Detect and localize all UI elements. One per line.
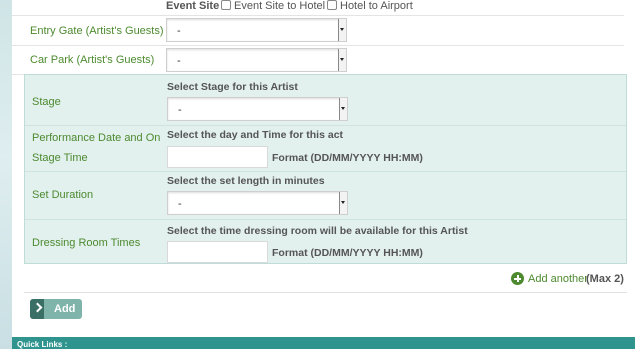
quick-links-bar: Quick Links :: [12, 337, 635, 349]
plus-circle-icon: [511, 272, 524, 285]
quick-links-label: Quick Links :: [17, 340, 68, 349]
car-park-value: -: [177, 55, 181, 67]
event-site-to-hotel-checkbox[interactable]: [221, 0, 231, 10]
add-another-max: (Max 2): [586, 273, 624, 285]
performance-datetime-input[interactable]: [167, 146, 268, 168]
chevron-right-icon: [30, 299, 44, 319]
hotel-to-airport-option[interactable]: Hotel to Airport: [327, 0, 413, 12]
event-site-to-hotel-option[interactable]: Event Site to Hotel: [221, 0, 325, 12]
dressing-room-label: Dressing Room Times: [32, 237, 141, 249]
set-duration-row: Set Duration Select the set length in mi…: [25, 172, 626, 220]
hotel-to-airport-label: Hotel to Airport: [340, 0, 413, 12]
entry-gate-label: Entry Gate (Artist's Guests): [30, 25, 164, 37]
car-park-label: Car Park (Artist's Guests): [30, 54, 155, 66]
hotel-to-airport-checkbox[interactable]: [327, 0, 337, 10]
performance-label-line1: Performance Date and On: [32, 132, 161, 144]
performance-row: Performance Date and On Stage Time Selec…: [25, 126, 626, 172]
add-another-label: Add another: [528, 273, 588, 285]
dressing-room-hint: Select the time dressing room will be av…: [167, 225, 468, 237]
performance-format-hint: Format (DD/MM/YYYY HH:MM): [272, 152, 423, 164]
stage-label: Stage: [32, 96, 61, 108]
dressing-room-row: Dressing Room Times Select the time dres…: [25, 220, 626, 263]
set-duration-hint: Select the set length in minutes: [167, 175, 325, 187]
chevron-down-icon: [338, 49, 346, 71]
performance-label-line2: Stage Time: [32, 152, 88, 164]
entry-gate-row: Entry Gate (Artist's Guests) -: [12, 15, 624, 46]
stage-value: -: [178, 104, 182, 116]
entry-gate-select[interactable]: -: [166, 18, 347, 42]
car-park-select[interactable]: -: [166, 48, 347, 72]
divider: [24, 292, 627, 293]
car-park-row: Car Park (Artist's Guests) -: [12, 45, 624, 75]
chevron-down-icon: [338, 19, 346, 41]
stage-select[interactable]: -: [167, 97, 348, 121]
set-duration-label: Set Duration: [32, 189, 94, 201]
stage-row: Stage Select Stage for this Artist -: [25, 75, 626, 126]
set-duration-select[interactable]: -: [167, 191, 348, 215]
performance-hint: Select the day and Time for this act: [167, 129, 344, 141]
dressing-room-format-hint: Format (DD/MM/YYYY HH:MM): [272, 247, 423, 259]
add-button[interactable]: Add: [30, 299, 82, 319]
stage-hint: Select Stage for this Artist: [167, 81, 298, 93]
chevron-down-icon: [339, 98, 347, 120]
entry-gate-value: -: [177, 25, 181, 37]
set-duration-value: -: [178, 198, 182, 210]
stage-block: Stage Select Stage for this Artist - Per…: [24, 74, 627, 264]
event-site-label: Event Site: [166, 0, 220, 12]
dressing-room-datetime-input[interactable]: [167, 241, 268, 263]
event-site-to-hotel-label: Event Site to Hotel: [234, 0, 326, 12]
chevron-down-icon: [339, 192, 347, 214]
add-button-label: Add: [54, 303, 76, 315]
transfer-row: Event Site Event Site to Hotel Hotel to …: [12, 0, 624, 16]
